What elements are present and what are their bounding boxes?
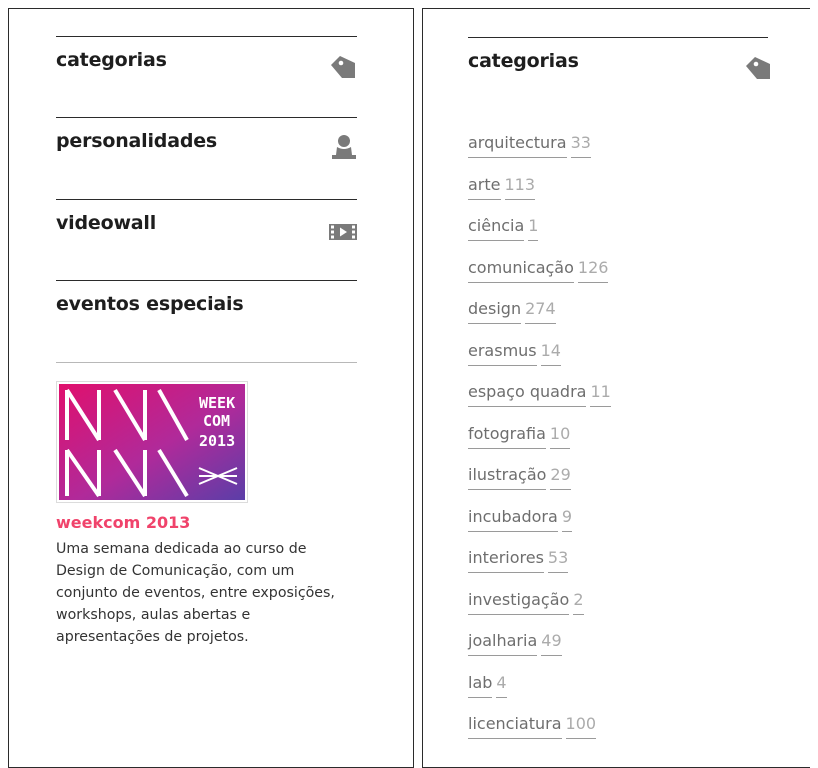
person-icon <box>331 134 357 164</box>
category-name[interactable]: joalharia <box>468 631 538 656</box>
menu-item-categorias[interactable]: categorias <box>56 36 357 78</box>
category-item[interactable]: joalharia 49 <box>468 631 611 673</box>
menu-item-personalidades[interactable]: personalidades <box>56 117 357 159</box>
category-item[interactable]: investigação 2 <box>468 590 611 632</box>
category-count: 49 <box>541 631 562 656</box>
event-thumbnail[interactable]: WEEK COM 2013 <box>56 381 248 503</box>
event-title-link[interactable]: weekcom 2013 <box>56 513 190 532</box>
sidebar-menu-panel: categorias personalidades videowall even… <box>8 8 414 768</box>
category-item[interactable]: incubadora 9 <box>468 507 611 549</box>
category-item[interactable]: licenciatura 100 <box>468 714 611 756</box>
category-name[interactable]: ciência <box>468 216 525 241</box>
category-item[interactable]: interiores 53 <box>468 548 611 590</box>
category-name[interactable]: erasmus <box>468 341 537 366</box>
category-count: 126 <box>577 258 609 283</box>
category-name[interactable]: investigação <box>468 590 570 615</box>
category-name[interactable]: interiores <box>468 548 544 573</box>
category-count: 100 <box>565 714 597 739</box>
event-description: Uma semana dedicada ao curso de Design d… <box>56 541 335 645</box>
category-item[interactable]: lab 4 <box>468 673 611 715</box>
category-count: 53 <box>547 548 569 573</box>
category-name[interactable]: arquitectura <box>468 133 567 158</box>
event-logo-text: WEEK <box>199 394 235 412</box>
category-name[interactable]: arte <box>468 175 501 200</box>
category-item[interactable]: arquitectura 33 <box>468 133 611 175</box>
category-item[interactable]: fotografia 10 <box>468 424 611 466</box>
category-item[interactable]: design 274 <box>468 299 611 341</box>
category-item[interactable]: espaço quadra 11 <box>468 382 611 424</box>
event-logo-text: COM <box>203 412 230 430</box>
category-count: 29 <box>550 465 571 490</box>
categories-header[interactable]: categorias <box>468 37 770 79</box>
categories-panel: categorias arquitectura 33 arte 113 ciênci… <box>422 8 810 768</box>
category-item[interactable]: arte 113 <box>468 175 611 217</box>
category-count: 10 <box>549 424 571 449</box>
menu-item-label: eventos especiais <box>56 293 244 315</box>
categories-title: categorias <box>468 50 579 72</box>
category-count: 14 <box>540 341 561 366</box>
category-item[interactable]: ciência 1 <box>468 216 611 258</box>
category-name[interactable]: fotografia <box>468 424 546 449</box>
tag-icon <box>744 56 772 84</box>
divider <box>56 362 357 363</box>
category-count: 274 <box>525 299 556 324</box>
category-item[interactable]: comunicação 126 <box>468 258 611 300</box>
menu-item-label: personalidades <box>56 130 218 152</box>
category-count: 2 <box>573 590 584 615</box>
category-count: 1 <box>528 216 539 241</box>
category-item[interactable]: erasmus 14 <box>468 341 611 383</box>
category-name[interactable]: lab <box>468 673 493 698</box>
category-name[interactable]: comunicação <box>468 258 574 283</box>
category-name[interactable]: ilustração <box>468 465 547 490</box>
category-name[interactable]: design <box>468 299 522 324</box>
category-count: 113 <box>504 175 536 200</box>
tag-icon <box>329 55 357 83</box>
event-logo-text: 2013 <box>199 432 235 450</box>
category-list: arquitectura 33 arte 113 ciência 1 comunica… <box>468 133 611 756</box>
category-name[interactable]: licenciatura <box>468 714 562 739</box>
menu-item-videowall[interactable]: videowall <box>56 199 357 240</box>
category-count: 9 <box>561 507 572 532</box>
category-count: 11 <box>590 382 611 407</box>
category-name[interactable]: incubadora <box>468 507 558 532</box>
category-item[interactable]: ilustração 29 <box>468 465 611 507</box>
category-count: 4 <box>496 673 507 698</box>
menu-item-label: videowall <box>56 212 157 234</box>
category-name[interactable]: espaço quadra <box>468 382 587 407</box>
category-count: 33 <box>570 133 591 158</box>
menu-item-eventos-especiais[interactable]: eventos especiais <box>56 280 357 315</box>
video-icon <box>329 224 357 244</box>
menu-item-label: categorias <box>56 49 167 71</box>
